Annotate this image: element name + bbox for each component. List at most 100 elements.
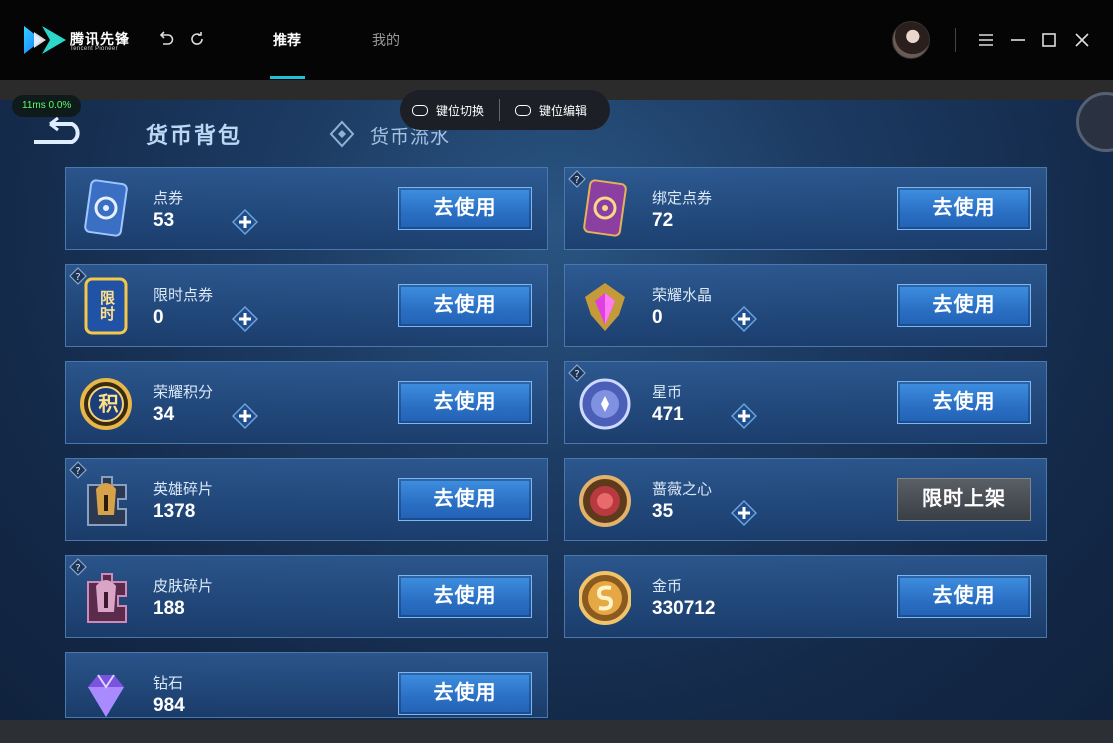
help-icon[interactable]: ? — [69, 558, 87, 576]
help-icon[interactable]: ? — [568, 170, 586, 188]
currency-count: 330712 — [652, 598, 716, 619]
add-currency-icon[interactable] — [231, 305, 259, 333]
currency-name: 荣耀积分 — [153, 384, 214, 401]
currency-count: 72 — [652, 210, 674, 231]
star-coin-icon — [579, 372, 631, 434]
use-button[interactable]: 去使用 — [398, 575, 532, 618]
use-button[interactable]: 去使用 — [398, 672, 532, 715]
page-title: 货币背包 — [146, 123, 243, 148]
currency-name: 英雄碎片 — [153, 481, 214, 498]
currency-card: 金币 330712 去使用 — [564, 555, 1047, 638]
help-icon[interactable]: ? — [568, 364, 586, 382]
currency-name: 绑定点券 — [652, 190, 713, 207]
key-edit-label: 键位编辑 — [539, 103, 588, 118]
svg-text:?: ? — [574, 369, 579, 380]
keybar-divider — [499, 99, 501, 121]
use-button[interactable]: 去使用 — [398, 381, 532, 424]
currency-card: 点券 53 去使用 — [65, 167, 548, 250]
active-tab-indicator — [270, 76, 305, 79]
add-currency-icon[interactable] — [730, 305, 758, 333]
currency-card: 荣耀水晶 0 去使用 — [564, 264, 1047, 347]
svg-text:?: ? — [75, 272, 80, 283]
hero-fragment-icon — [80, 469, 132, 531]
currency-flow-icon — [329, 120, 355, 148]
user-avatar[interactable] — [892, 21, 930, 59]
svg-text:?: ? — [75, 563, 80, 574]
close-icon[interactable] — [1071, 29, 1093, 51]
help-icon[interactable]: ? — [69, 461, 87, 479]
rose-heart-icon — [579, 469, 631, 531]
use-button[interactable]: 去使用 — [897, 575, 1031, 618]
voucher-icon — [80, 178, 132, 240]
key-edit-button[interactable]: 键位编辑 — [515, 102, 587, 119]
currency-card: 限时? 限时点券 0 去使用 — [65, 264, 548, 347]
gamepad-icon — [515, 104, 532, 116]
key-mapping-bar: 键位切换 键位编辑 — [400, 90, 610, 130]
currency-name: 蔷薇之心 — [652, 481, 713, 498]
currency-name: 金币 — [652, 578, 683, 595]
glory-crystal-icon — [579, 275, 631, 337]
currency-card: ? 英雄碎片 1378 去使用 — [65, 458, 548, 541]
title-bar: 腾讯先锋 Tencent Pioneer 推荐 我的 — [0, 0, 1113, 80]
currency-card: ? 星币 471 去使用 — [564, 361, 1047, 444]
logo-subtext: Tencent Pioneer — [70, 46, 118, 52]
use-button[interactable]: 去使用 — [897, 381, 1031, 424]
add-currency-icon[interactable] — [730, 402, 758, 430]
glory-points-icon: 积 — [80, 372, 132, 434]
titlebar-divider — [955, 28, 956, 52]
currency-icon-label: 限时 — [98, 290, 115, 322]
currency-count: 53 — [153, 210, 175, 231]
currency-count: 1378 — [153, 501, 196, 522]
help-icon[interactable]: ? — [69, 267, 87, 285]
currency-name: 皮肤碎片 — [153, 578, 214, 595]
minimize-icon[interactable] — [1007, 29, 1029, 51]
network-ping-badge: 11ms 0.0% — [12, 95, 82, 117]
game-viewport: 11ms 0.0% 键位切换 键位编辑 货币背包 货币流水 点券 53 去使用? 绑定… — [0, 80, 1113, 743]
currency-card: ? 皮肤碎片 188 去使用 — [65, 555, 548, 638]
undo-icon[interactable] — [156, 30, 176, 50]
use-button[interactable]: 去使用 — [897, 284, 1031, 327]
refresh-icon[interactable] — [187, 30, 207, 50]
diamond-icon — [80, 663, 132, 725]
svg-text:?: ? — [574, 175, 579, 186]
back-arrow-icon[interactable] — [28, 116, 86, 146]
tencent-pioneer-logo — [24, 26, 66, 54]
currency-count: 0 — [652, 307, 663, 328]
key-switch-label: 键位切换 — [436, 103, 485, 118]
add-currency-icon[interactable] — [730, 499, 758, 527]
limited-sale-button[interactable]: 限时上架 — [897, 478, 1031, 521]
gamepad-icon — [412, 104, 428, 116]
add-currency-icon[interactable] — [231, 208, 259, 236]
use-button[interactable]: 去使用 — [398, 284, 532, 327]
currency-count: 984 — [153, 695, 185, 716]
key-switch-button[interactable]: 键位切换 — [412, 102, 484, 119]
currency-count: 34 — [153, 404, 175, 425]
currency-name: 限时点券 — [153, 287, 214, 304]
currency-name: 星币 — [652, 384, 683, 401]
currency-card: ? 绑定点券 72 去使用 — [564, 167, 1047, 250]
currency-count: 35 — [652, 501, 674, 522]
currency-count: 471 — [652, 404, 684, 425]
currency-card: 蔷薇之心 35 限时上架 — [564, 458, 1047, 541]
use-button[interactable]: 去使用 — [897, 187, 1031, 230]
gold-coin-icon — [578, 566, 632, 628]
currency-count: 188 — [153, 598, 185, 619]
currency-icon-label: 积 — [95, 392, 117, 414]
currency-card: 积 荣耀积分 34 去使用 — [65, 361, 548, 444]
skin-fragment-icon — [80, 566, 132, 628]
bound-voucher-icon — [579, 178, 631, 240]
currency-count: 0 — [153, 307, 164, 328]
tab-recommend[interactable]: 推荐 — [273, 30, 301, 50]
menu-icon[interactable] — [975, 29, 997, 51]
svg-text:?: ? — [75, 466, 80, 477]
game-bottom-strip — [0, 720, 1113, 743]
maximize-icon[interactable] — [1038, 29, 1060, 51]
limited-voucher-icon: 限时 — [80, 275, 132, 337]
tab-mine[interactable]: 我的 — [372, 30, 400, 50]
currency-card: 钻石 984 去使用 — [65, 652, 548, 718]
currency-name: 荣耀水晶 — [652, 287, 713, 304]
use-button[interactable]: 去使用 — [398, 478, 532, 521]
add-currency-icon[interactable] — [231, 402, 259, 430]
use-button[interactable]: 去使用 — [398, 187, 532, 230]
currency-name: 钻石 — [153, 675, 184, 692]
